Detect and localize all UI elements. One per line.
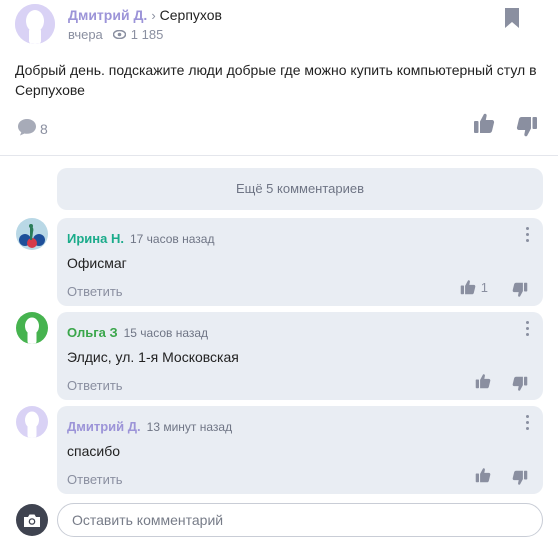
more-menu-icon[interactable] xyxy=(524,321,530,336)
comment-text: Элдис, ул. 1-я Московская xyxy=(67,349,239,365)
comments-count[interactable]: 8 xyxy=(17,118,48,139)
more-menu-icon[interactable] xyxy=(524,415,530,430)
comment-bubble-icon xyxy=(17,118,37,139)
post-time: вчера xyxy=(68,27,103,42)
divider xyxy=(0,155,558,156)
dislike-button[interactable] xyxy=(516,116,538,143)
thumbs-down-icon xyxy=(512,376,528,391)
author-name[interactable]: Дмитрий Д. xyxy=(68,7,147,23)
like-button[interactable] xyxy=(475,373,491,389)
comment-input[interactable] xyxy=(57,503,543,537)
comment-header: Ирина Н. 17 часов назад xyxy=(67,231,214,246)
avatar[interactable] xyxy=(16,218,48,250)
avatar[interactable] xyxy=(16,406,48,438)
thumbs-up-icon xyxy=(475,468,491,483)
dislike-button[interactable] xyxy=(512,470,528,491)
avatar[interactable] xyxy=(16,312,48,344)
person-icon xyxy=(16,312,48,344)
location-link[interactable]: Серпухов xyxy=(160,7,222,23)
comment-time: 13 минут назад xyxy=(146,420,233,434)
thumbs-down-icon xyxy=(512,470,528,485)
reply-button[interactable]: Ответить xyxy=(67,378,123,393)
comment-author[interactable]: Ольга З xyxy=(67,325,118,340)
thumbs-down-icon xyxy=(512,282,528,297)
thumbs-up-icon xyxy=(460,280,476,295)
more-menu-icon[interactable] xyxy=(524,227,530,242)
camera-icon[interactable] xyxy=(16,504,48,536)
comment-author[interactable]: Дмитрий Д. xyxy=(67,419,141,434)
like-button[interactable] xyxy=(473,112,495,139)
chevron-right-icon: › xyxy=(151,7,156,23)
view-count: 1 185 xyxy=(130,27,164,42)
more-comments-button[interactable]: Ещё 5 комментариев xyxy=(57,168,543,210)
comment-header: Дмитрий Д. 13 минут назад xyxy=(67,419,232,434)
comment-header: Ольга З 15 часов назад xyxy=(67,325,208,340)
comment-bubble: Ольга З 15 часов назад Элдис, ул. 1-я Мо… xyxy=(57,312,543,400)
reply-button[interactable]: Ответить xyxy=(67,284,123,299)
thumbs-down-icon xyxy=(516,117,537,137)
dislike-button[interactable] xyxy=(512,376,528,397)
person-icon xyxy=(16,406,48,438)
post-text: Добрый день. подскажите люди добрые где … xyxy=(15,62,537,98)
comment-composer xyxy=(15,503,545,537)
bookmark-icon[interactable] xyxy=(502,6,522,30)
dislike-button[interactable] xyxy=(512,282,528,303)
post-meta: вчера 1 185 xyxy=(68,27,163,42)
comments-count-value: 8 xyxy=(40,120,48,137)
comment-author[interactable]: Ирина Н. xyxy=(67,231,124,246)
comment-time: 17 часов назад xyxy=(129,232,215,246)
like-count: 1 xyxy=(480,279,488,295)
reply-button[interactable]: Ответить xyxy=(67,472,123,487)
avatar[interactable] xyxy=(15,4,55,44)
thumbs-up-icon xyxy=(474,113,495,133)
peacock-avatar-icon xyxy=(16,218,48,250)
post-actions: 8 xyxy=(15,112,543,142)
comment-bubble: Дмитрий Д. 13 минут назад спасибо Ответи… xyxy=(57,406,543,494)
thumbs-up-icon xyxy=(475,374,491,389)
like-button[interactable]: 1 xyxy=(460,279,488,295)
like-button[interactable] xyxy=(475,467,491,483)
author-line: Дмитрий Д. › Серпухов xyxy=(68,7,222,23)
comment-bubble: Ирина Н. 17 часов назад Офисмаг Ответить… xyxy=(57,218,543,306)
post-header: Дмитрий Д. › Серпухов вчера 1 185 xyxy=(15,4,543,48)
comment-text: спасибо xyxy=(67,443,120,459)
person-icon xyxy=(15,4,55,44)
eye-icon xyxy=(112,30,126,39)
comment-time: 15 часов назад xyxy=(123,326,209,340)
comment-text: Офисмаг xyxy=(67,255,127,271)
